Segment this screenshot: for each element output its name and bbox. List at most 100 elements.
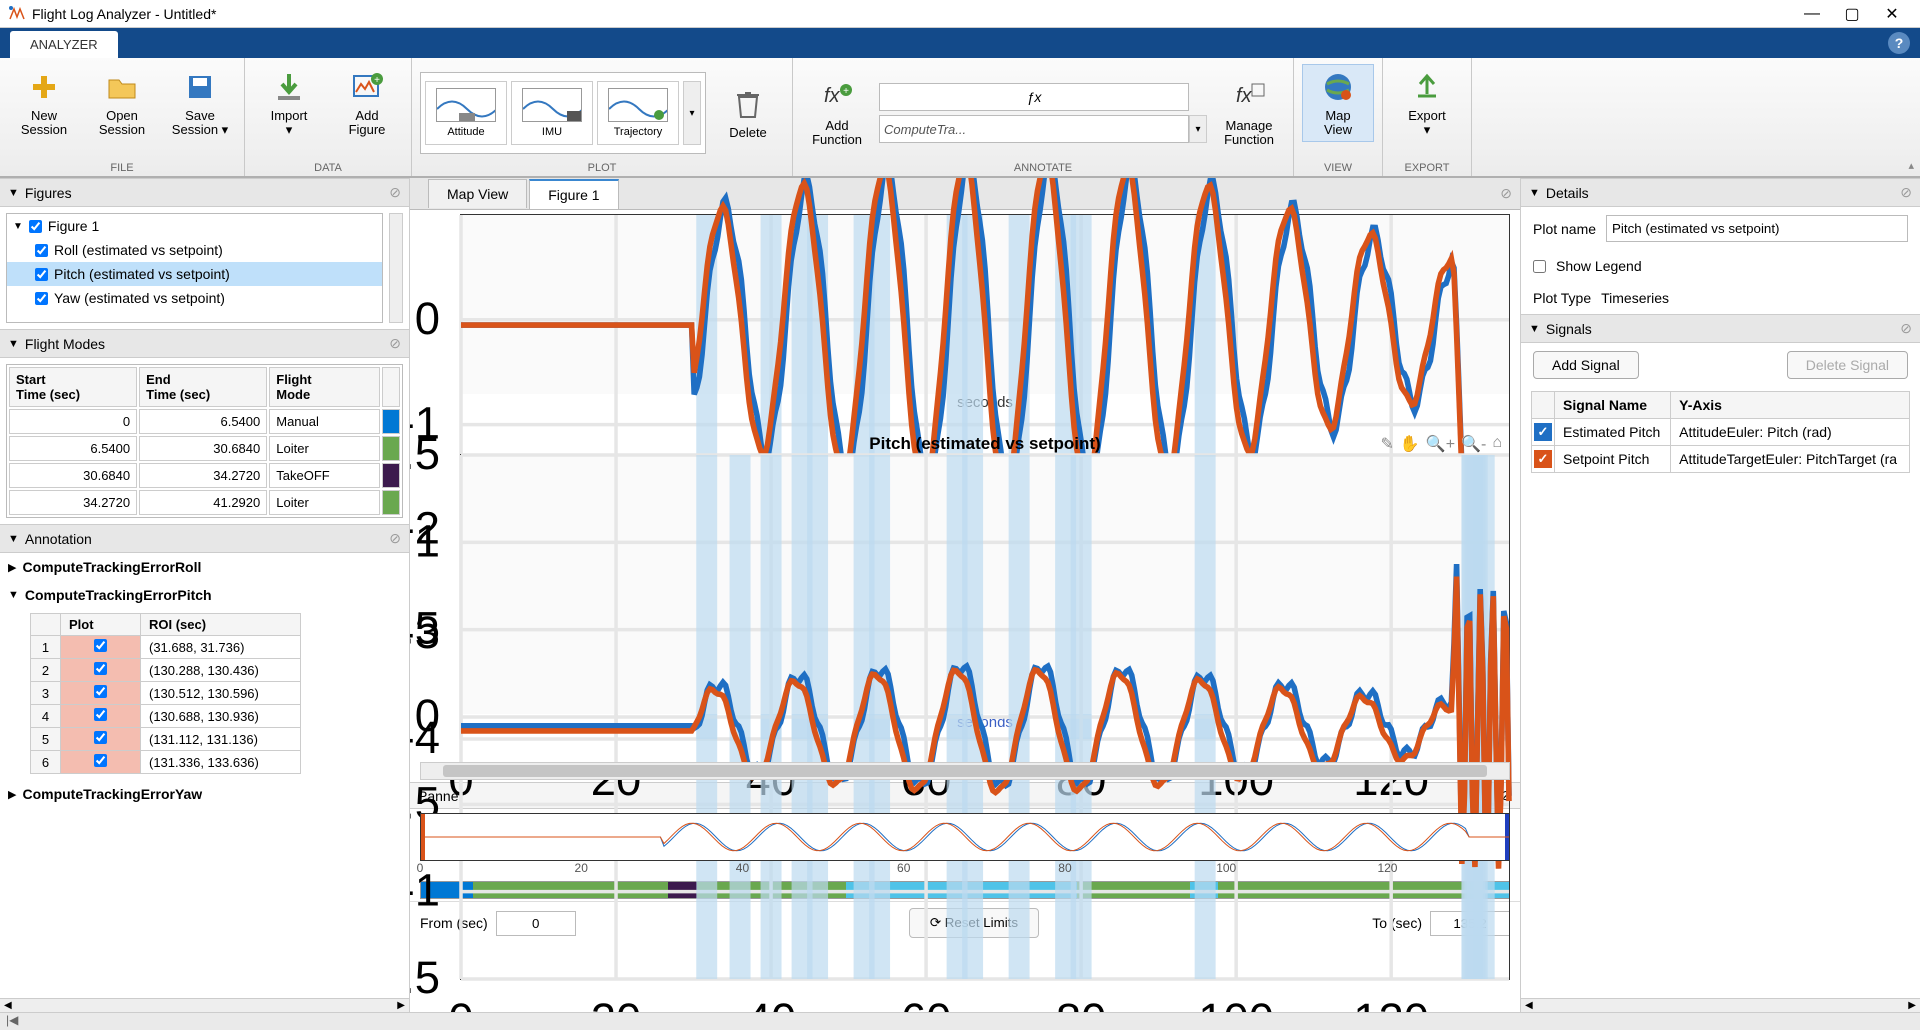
- caret-icon: ▼: [8, 533, 19, 545]
- figure-checkbox[interactable]: [29, 220, 42, 233]
- chart-scrollbar[interactable]: [420, 762, 1510, 780]
- manage-function-button[interactable]: fx ManageFunction: [1213, 74, 1285, 152]
- home-icon[interactable]: ⌂: [1492, 434, 1502, 454]
- flight-mode-row[interactable]: 30.684034.2720TakeOFF: [9, 463, 400, 488]
- svg-text:+: +: [843, 86, 849, 97]
- fx-more[interactable]: ▾: [1189, 115, 1207, 143]
- gallery-attitude[interactable]: Attitude: [425, 81, 507, 145]
- tab-map-view[interactable]: Map View: [428, 179, 527, 208]
- save-session-button[interactable]: SaveSession ▾: [164, 64, 236, 142]
- annotation-group[interactable]: ▶ComputeTrackingErrorRoll: [0, 553, 409, 581]
- close-panel-icon[interactable]: ⊘: [1900, 184, 1912, 201]
- figures-item[interactable]: Roll (estimated vs setpoint): [7, 238, 382, 262]
- close-panel-icon[interactable]: ⊘: [1900, 320, 1912, 337]
- add-function-button[interactable]: fx+ AddFunction: [801, 74, 873, 152]
- figures-header[interactable]: ▼ Figures ⊘: [0, 178, 409, 207]
- maximize-button[interactable]: ▢: [1832, 4, 1872, 24]
- close-panel-icon[interactable]: ⊘: [389, 184, 401, 201]
- close-button[interactable]: ✕: [1872, 4, 1912, 24]
- signal-checkbox[interactable]: ✓: [1534, 423, 1552, 441]
- close-tab-icon[interactable]: ⊘: [1500, 185, 1512, 202]
- add-figure-button[interactable]: + AddFigure: [331, 64, 403, 142]
- add-signal-button[interactable]: Add Signal: [1533, 351, 1639, 379]
- plot-roi-checkbox[interactable]: [94, 662, 107, 675]
- gallery-trajectory[interactable]: Trajectory: [597, 81, 679, 145]
- annotation-row[interactable]: 1(31.688, 31.736): [31, 636, 301, 659]
- help-icon[interactable]: ?: [1888, 32, 1910, 54]
- annotation-table: PlotROI (sec)1(31.688, 31.736)2(130.288,…: [30, 613, 301, 774]
- pan-icon[interactable]: ✋: [1400, 434, 1420, 454]
- annotation-row[interactable]: 6(131.336, 133.636): [31, 751, 301, 774]
- panner-plot[interactable]: [420, 813, 1510, 861]
- toolstrip: NewSession OpenSession SaveSession ▾ FIL…: [0, 58, 1920, 178]
- import-button[interactable]: Import▾: [253, 64, 325, 142]
- annotation-row[interactable]: 2(130.288, 130.436): [31, 659, 301, 682]
- fx-gallery-icon[interactable]: ƒx: [879, 83, 1189, 111]
- plot-roi-checkbox[interactable]: [94, 685, 107, 698]
- svg-text:1: 1: [415, 515, 440, 566]
- fx-add-icon: fx+: [819, 79, 855, 115]
- brush-icon[interactable]: ✎: [1380, 434, 1393, 454]
- zoom-in-icon[interactable]: 🔍+: [1426, 434, 1455, 454]
- pitch-chart[interactable]: -1.5-1-0.500.511.5020406080100120: [460, 454, 1510, 714]
- export-section-label: EXPORT: [1391, 162, 1463, 174]
- annotation-header[interactable]: ▼ Annotation ⊘: [0, 524, 409, 553]
- svg-text:fx: fx: [1236, 85, 1253, 107]
- plot-type-value: Timeseries: [1601, 290, 1669, 306]
- close-panel-icon[interactable]: ⊘: [389, 530, 401, 547]
- details-header[interactable]: ▼ Details ⊘: [1521, 178, 1920, 207]
- figure-checkbox[interactable]: [35, 268, 48, 281]
- annotation-row[interactable]: 5(131.112, 131.136): [31, 728, 301, 751]
- flight-mode-row[interactable]: 34.272041.2920Loiter: [9, 490, 400, 515]
- export-button[interactable]: Export▾: [1391, 64, 1463, 142]
- annotation-group[interactable]: ▶ComputeTrackingErrorYaw: [0, 780, 409, 808]
- figures-item[interactable]: Yaw (estimated vs setpoint): [7, 286, 382, 310]
- plot-roi-checkbox[interactable]: [94, 731, 107, 744]
- gallery-more[interactable]: ▾: [683, 81, 701, 145]
- minimize-button[interactable]: —: [1792, 5, 1832, 23]
- signals-header[interactable]: ▼ Signals ⊘: [1521, 314, 1920, 343]
- plot-roi-checkbox[interactable]: [94, 754, 107, 767]
- svg-text:1.5: 1.5: [410, 428, 440, 479]
- flight-mode-row[interactable]: 06.5400Manual: [9, 409, 400, 434]
- gallery-imu[interactable]: IMU: [511, 81, 593, 145]
- map-view-button[interactable]: MapView: [1302, 64, 1374, 142]
- svg-text:0: 0: [415, 690, 440, 741]
- flight-modes-header[interactable]: ▼ Flight Modes ⊘: [0, 329, 409, 358]
- svg-text:0: 0: [415, 293, 440, 344]
- close-panel-icon[interactable]: ⊘: [389, 335, 401, 352]
- collapse-toolstrip-icon[interactable]: ▴: [1908, 159, 1914, 172]
- save-icon: [182, 69, 218, 105]
- annotation-group[interactable]: ▼ComputeTrackingErrorPitch: [0, 581, 409, 609]
- delete-signal-button[interactable]: Delete Signal: [1787, 351, 1908, 379]
- chart-title: Pitch (estimated vs setpoint): [460, 434, 1510, 454]
- roll-chart[interactable]: -4-3-2-10020406080100120: [460, 214, 1510, 394]
- figure-checkbox[interactable]: [35, 292, 48, 305]
- tab-figure1[interactable]: Figure 1: [529, 179, 618, 209]
- new-session-button[interactable]: NewSession: [8, 64, 80, 142]
- svg-text:0.5: 0.5: [410, 603, 440, 654]
- show-legend-checkbox[interactable]: [1533, 260, 1546, 273]
- signal-checkbox[interactable]: ✓: [1534, 450, 1552, 468]
- annotation-row[interactable]: 4(130.688, 130.936): [31, 705, 301, 728]
- fx-input[interactable]: [879, 115, 1189, 143]
- flight-mode-row[interactable]: 6.540030.6840Loiter: [9, 436, 400, 461]
- plot-name-input[interactable]: [1606, 215, 1908, 242]
- annotation-row[interactable]: 3(130.512, 130.596): [31, 682, 301, 705]
- open-session-button[interactable]: OpenSession: [86, 64, 158, 142]
- show-legend-label: Show Legend: [1556, 258, 1642, 274]
- zoom-out-icon[interactable]: 🔍-: [1461, 434, 1486, 454]
- svg-text:120: 120: [1353, 994, 1429, 1012]
- figures-item[interactable]: Pitch (estimated vs setpoint): [7, 262, 382, 286]
- figure-checkbox[interactable]: [35, 244, 48, 257]
- signal-row[interactable]: ✓Setpoint PitchAttitudeTargetEuler: Pitc…: [1532, 446, 1910, 473]
- tab-analyzer[interactable]: ANALYZER: [10, 31, 118, 58]
- caret-icon: ▼: [8, 187, 19, 199]
- plot-roi-checkbox[interactable]: [94, 639, 107, 652]
- signal-row[interactable]: ✓Estimated PitchAttitudeEuler: Pitch (ra…: [1532, 419, 1910, 446]
- plot-roi-checkbox[interactable]: [94, 708, 107, 721]
- delete-plot-button[interactable]: Delete: [712, 81, 784, 145]
- caret-icon: ▼: [1529, 323, 1540, 335]
- figures-item[interactable]: ▼Figure 1: [7, 214, 382, 238]
- import-icon: [271, 69, 307, 105]
